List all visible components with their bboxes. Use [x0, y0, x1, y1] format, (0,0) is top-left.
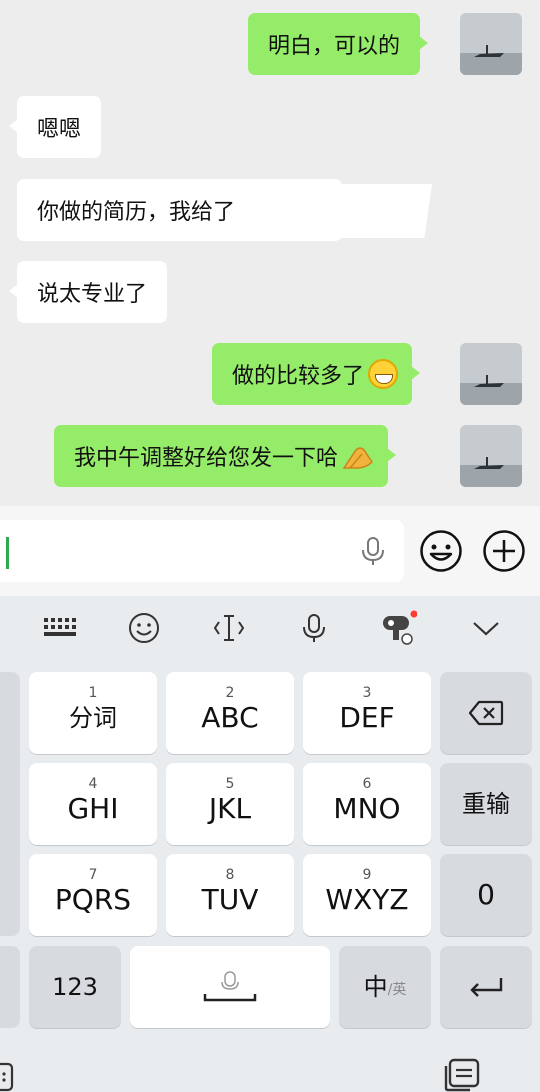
more-plus-icon[interactable]	[482, 529, 526, 573]
clapping-hands-icon	[342, 442, 374, 470]
language-switch-key[interactable]: 中 /英	[339, 946, 431, 1028]
grin-face-icon	[368, 359, 399, 389]
clipboard-icon[interactable]	[442, 1058, 482, 1092]
emoji-icon[interactable]	[126, 610, 162, 646]
keyboard-side-panel[interactable]	[0, 672, 20, 936]
avatar-image	[460, 425, 522, 487]
enter-icon	[470, 978, 503, 997]
ai-assistant-icon[interactable]	[381, 610, 417, 646]
keyboard-side-panel-bottom[interactable]	[0, 946, 20, 1028]
keyboard-icon[interactable]	[41, 610, 77, 646]
enter-key[interactable]	[440, 946, 532, 1028]
key-5[interactable]: 5 JKL	[166, 763, 294, 845]
voice-input-icon[interactable]	[360, 536, 386, 566]
backspace-icon	[468, 700, 504, 726]
space-key[interactable]	[130, 946, 330, 1028]
avatar-image	[460, 343, 522, 405]
chat-area: 明白，可以的 嗯嗯 你做的简历，我给了 说太专业了 做的比较多了 我中午调整好给…	[0, 0, 540, 506]
message-text: 我中午调整好给您发一下哈	[74, 446, 339, 471]
number-switch-key[interactable]: 123	[29, 946, 121, 1028]
space-voice-icon	[203, 971, 257, 1002]
emoji-button-icon[interactable]	[419, 529, 463, 573]
key-0[interactable]: 0	[440, 854, 532, 936]
cursor-icon[interactable]	[211, 610, 247, 646]
message-bubble-theirs[interactable]: 嗯嗯	[8, 96, 102, 158]
message-input[interactable]	[0, 520, 404, 582]
message-bubble-theirs[interactable]: 说太专业了	[8, 261, 168, 323]
message-text: 明白，可以的	[268, 34, 401, 59]
text-caret	[6, 537, 9, 569]
key-7[interactable]: 7 PQRS	[29, 854, 157, 936]
message-bubble-mine[interactable]: 我中午调整好给您发一下哈	[54, 425, 397, 487]
message-bubble-mine[interactable]: 明白，可以的	[248, 13, 429, 75]
avatar[interactable]	[460, 425, 522, 487]
message-text: 说太专业了	[37, 282, 148, 307]
keyboard: 1 分词 2 ABC 3 DEF 4 GHI 5 JKL 6 MNO 重输 7 …	[0, 596, 540, 1092]
key-6[interactable]: 6 MNO	[303, 763, 431, 845]
avatar[interactable]	[460, 343, 522, 405]
message-text: 嗯嗯	[37, 117, 82, 142]
avatar[interactable]	[460, 13, 522, 75]
keyboard-toolbar	[0, 596, 540, 660]
key-3[interactable]: 3 DEF	[303, 672, 431, 754]
message-text: 你做的简历，我给了	[37, 200, 236, 225]
keyboard-bottom-bar	[0, 1044, 540, 1092]
key-1[interactable]: 1 分词	[29, 672, 157, 754]
message-text: 做的比较多了	[232, 364, 365, 389]
avatar-image	[460, 13, 522, 75]
message-bubble-mine[interactable]: 做的比较多了	[212, 343, 421, 405]
delete-key[interactable]	[440, 672, 532, 754]
key-2[interactable]: 2 ABC	[166, 672, 294, 754]
keyboard-switch-icon[interactable]	[0, 1062, 16, 1092]
reinput-key[interactable]: 重输	[440, 763, 532, 845]
chevron-down-icon[interactable]	[468, 610, 504, 646]
key-9[interactable]: 9 WXYZ	[303, 854, 431, 936]
microphone-icon[interactable]	[296, 610, 332, 646]
message-input-bar	[0, 506, 540, 596]
redaction-overlay	[238, 184, 432, 238]
key-8[interactable]: 8 TUV	[166, 854, 294, 936]
key-4[interactable]: 4 GHI	[29, 763, 157, 845]
